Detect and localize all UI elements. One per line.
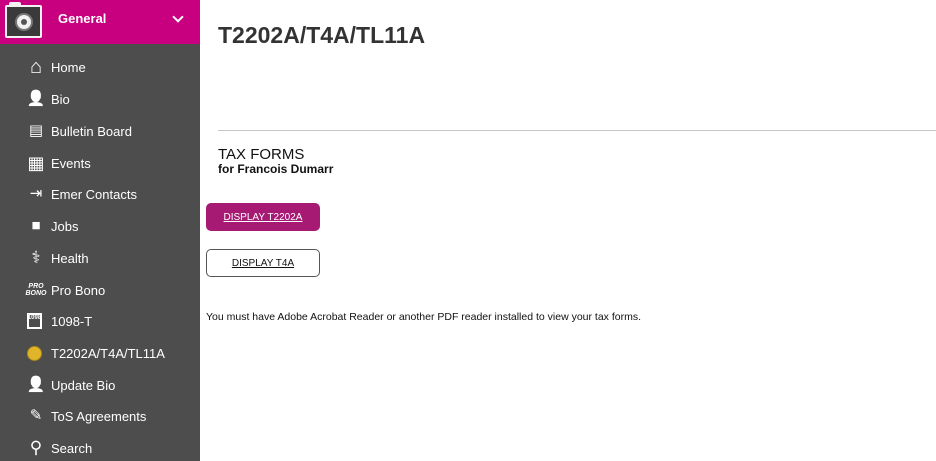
sidebar-header[interactable]: General (0, 0, 200, 44)
sidebar-item-t2202a[interactable]: T2202A/T4A/TL11A (0, 338, 200, 368)
sidebar-item-search[interactable]: ⚲ Search (0, 433, 200, 461)
sidebar-item-label: Home (51, 60, 86, 75)
caduceus-icon: ⚕ (31, 248, 41, 267)
sidebar-item-update-bio[interactable]: 👤 Update Bio (0, 370, 200, 400)
update-person-icon: 👤 (26, 376, 46, 393)
sidebar-item-label: Pro Bono (51, 283, 106, 298)
chevron-down-icon[interactable] (172, 11, 184, 23)
sidebar-item-bio[interactable]: 👤 Bio (0, 84, 200, 114)
sidebar-item-label: Search (51, 441, 93, 456)
sidebar-item-events[interactable]: ▦ Events (0, 148, 200, 178)
calendar-icon: ▦ (27, 153, 45, 173)
sidebar-item-emer-contacts[interactable]: ⇥ Emer Contacts (0, 179, 200, 209)
sidebar-item-label: T2202A/T4A/TL11A (51, 346, 165, 361)
sidebar-item-label: ToS Agreements (51, 409, 147, 424)
sidebar-item-label: Bulletin Board (51, 124, 132, 139)
sidebar-header-label: General (58, 11, 107, 26)
sidebar-item-home[interactable]: ⌂ Home (0, 52, 200, 82)
sidebar-item-label: Bio (51, 92, 70, 107)
pdf-reader-note: You must have Adobe Acrobat Reader or an… (206, 311, 642, 323)
tax-form-1098-icon: 1098 (27, 313, 42, 329)
sidebar-item-label: Update Bio (51, 378, 116, 393)
display-t2202a-button[interactable]: DISPLAY T2202A (206, 203, 320, 231)
briefcase-icon: ■ (31, 217, 41, 234)
sidebar-item-label: 1098-T (51, 314, 93, 329)
sidebar-item-pro-bono[interactable]: PRO BONO Pro Bono (0, 275, 200, 305)
school-logo-icon (5, 2, 42, 38)
sidebar-item-label: Events (51, 156, 91, 171)
person-icon: 👤 (26, 90, 46, 107)
sidebar-item-label: Health (51, 251, 89, 266)
coin-icon (27, 345, 42, 361)
sidebar-item-tos-agreements[interactable]: ✎ ToS Agreements (0, 401, 200, 431)
emergency-contact-icon: ⇥ (29, 185, 43, 202)
page-title: T2202A/T4A/TL11A (218, 22, 426, 48)
search-icon: ⚲ (29, 438, 43, 457)
display-t4a-button[interactable]: DISPLAY T4A (206, 249, 320, 277)
section-subtitle: for Francois Dumarr (218, 162, 334, 176)
sidebar-item-bulletin-board[interactable]: ▤ Bulletin Board (0, 116, 200, 146)
bulletin-board-icon: ▤ (28, 122, 44, 139)
sidebar-item-jobs[interactable]: ■ Jobs (0, 211, 200, 241)
agreement-document-icon: ✎ (29, 407, 43, 424)
home-icon: ⌂ (29, 56, 43, 78)
section-title: TAX FORMS (218, 146, 305, 163)
sidebar-item-label: Emer Contacts (51, 187, 137, 202)
pro-bono-icon: PRO BONO (25, 283, 47, 297)
divider (218, 130, 936, 131)
sidebar-item-label: Jobs (51, 219, 79, 234)
sidebar-item-1098-t[interactable]: 1098 1098-T (0, 306, 200, 336)
sidebar-item-health[interactable]: ⚕ Health (0, 243, 200, 273)
sidebar: General ⌂ Home 👤 Bio ▤ Bulletin Board ▦ … (0, 0, 200, 461)
